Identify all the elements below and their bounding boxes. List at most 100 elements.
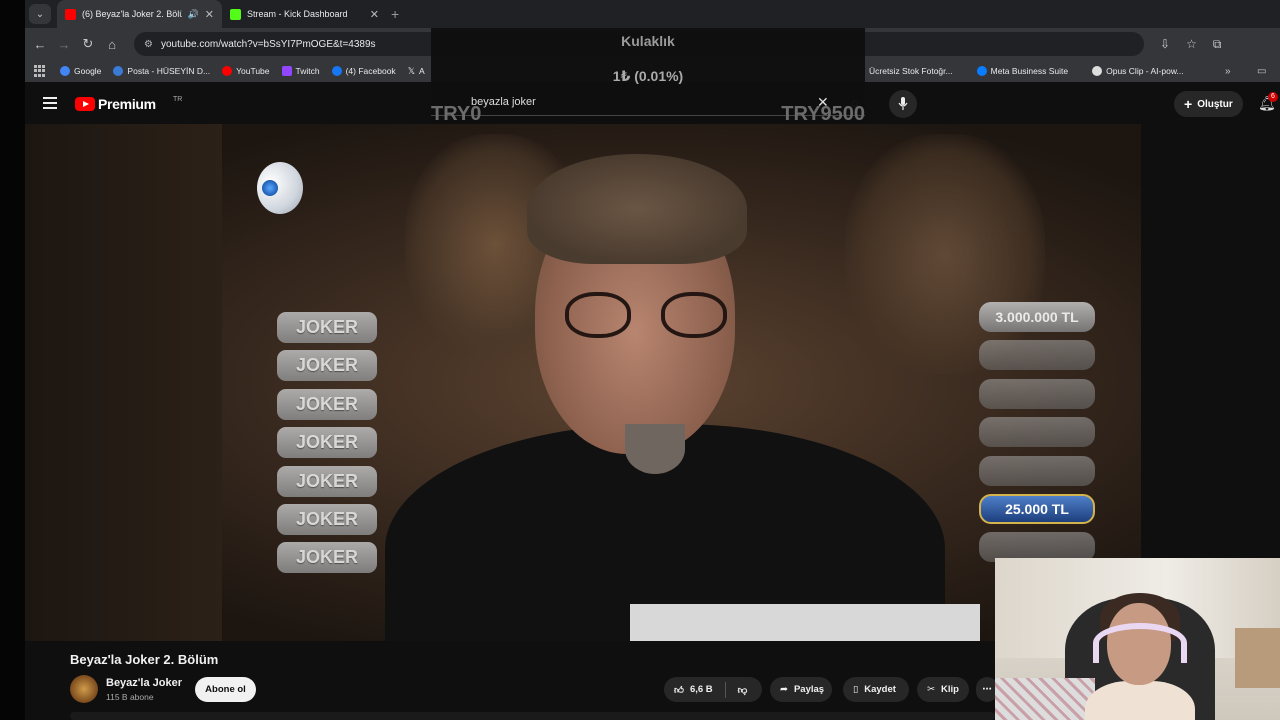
- overlay-max-label: TRY9500: [781, 103, 865, 125]
- webcam-shelf: [1235, 628, 1280, 688]
- share-button[interactable]: ➦ Paylaş: [770, 677, 832, 702]
- webcam-bed: [995, 678, 1095, 720]
- channel-avatar[interactable]: [70, 675, 98, 703]
- like-dislike-group: 👍︎ 6,6 B 👎︎: [664, 677, 762, 702]
- overlay-min-label: TRY0: [431, 103, 482, 125]
- voice-search-button[interactable]: [889, 90, 917, 118]
- x-icon: 𝕏: [407, 65, 415, 76]
- bookmark-facebook[interactable]: (4) Facebook: [331, 66, 396, 76]
- meta-icon: [976, 66, 987, 76]
- prize-rung: [979, 378, 1095, 409]
- menu-icon[interactable]: [43, 97, 57, 112]
- tab-title: Stream - Kick Dashboard: [247, 9, 348, 19]
- prize-current: 25.000 TL: [979, 493, 1095, 524]
- joker-badge: JOKER: [277, 388, 377, 420]
- browser-tab-bar: ⌄ (6) Beyaz'la Joker 2. Bölüm 🔊 ✕ Stream…: [25, 0, 1280, 28]
- video-title: Beyaz'la Joker 2. Bölüm: [70, 652, 219, 667]
- google-icon: [60, 66, 70, 76]
- url-text: youtube.com/watch?v=bSsYI7PmOGE&t=4389s: [160, 38, 376, 50]
- home-icon[interactable]: ⌂: [100, 37, 124, 52]
- joker-badge: JOKER: [277, 465, 377, 497]
- twitch-icon: [281, 66, 292, 76]
- kick-favicon-icon: [230, 8, 241, 20]
- close-tab-icon[interactable]: ✕: [205, 8, 214, 21]
- bookmark-icon: ▯: [853, 684, 859, 695]
- save-button[interactable]: ▯ Kaydet: [843, 677, 909, 702]
- video-player[interactable]: JOKER JOKER JOKER JOKER JOKER JOKER JOKE…: [25, 124, 1141, 641]
- youtube-icon: [222, 66, 233, 76]
- description-box[interactable]: [70, 712, 995, 720]
- facebook-icon: [331, 66, 342, 76]
- tab-youtube[interactable]: (6) Beyaz'la Joker 2. Bölüm 🔊 ✕: [57, 0, 222, 28]
- create-button[interactable]: + Oluştur: [1174, 91, 1243, 117]
- plus-icon: +: [1184, 96, 1193, 112]
- bookmark-youtube[interactable]: YouTube: [222, 66, 270, 76]
- back-icon[interactable]: ←: [28, 37, 52, 52]
- region-code: TR: [173, 96, 183, 103]
- new-tab-icon[interactable]: +: [391, 6, 399, 22]
- speaker-icon[interactable]: 🔊: [188, 9, 199, 20]
- apps-grid-icon[interactable]: [34, 65, 46, 77]
- joker-column: JOKER JOKER JOKER JOKER JOKER JOKER JOKE…: [277, 312, 377, 581]
- install-app-icon[interactable]: ⇩: [1160, 37, 1170, 52]
- studio-monitor: [630, 604, 980, 641]
- joker-badge: JOKER: [277, 427, 377, 459]
- host-hair: [527, 154, 747, 264]
- reload-icon[interactable]: ↻: [76, 36, 100, 52]
- bookmark-star-icon[interactable]: ☆: [1186, 37, 1197, 52]
- streamer: [1085, 593, 1195, 720]
- subscriber-count: 115 B abone: [106, 692, 154, 702]
- channel-name[interactable]: Beyaz'la Joker: [106, 677, 182, 689]
- site-info-icon[interactable]: ⚙: [144, 39, 153, 50]
- joker-badge: JOKER: [277, 312, 377, 343]
- prize-rung: [979, 340, 1095, 371]
- prize-ladder: 3.000.000 TL 25.000 TL: [979, 302, 1095, 571]
- bookmark-twitch[interactable]: Twitch: [281, 66, 320, 76]
- dislike-icon[interactable]: 👎︎: [738, 684, 748, 696]
- youtube-favicon-icon: [65, 8, 76, 20]
- tab-search-dropdown-icon[interactable]: ⌄: [29, 4, 51, 24]
- joker-badge: JOKER: [277, 542, 377, 574]
- bookmark-google[interactable]: Google: [60, 66, 101, 76]
- prize-top: 3.000.000 TL: [979, 302, 1095, 332]
- extensions-icon[interactable]: ⧉: [1213, 37, 1222, 52]
- bookmark-posta[interactable]: Posta - HÜSEYİN D...: [113, 66, 210, 76]
- host-glasses: [565, 292, 745, 342]
- bookmark-opus[interactable]: Opus Clip - AI-pow...: [1092, 66, 1184, 76]
- left-edge: [0, 0, 25, 720]
- host-beard: [625, 424, 685, 474]
- screen: ⌄ (6) Beyaz'la Joker 2. Bölüm 🔊 ✕ Stream…: [0, 0, 1280, 720]
- close-tab-icon[interactable]: ✕: [370, 8, 379, 21]
- streamer-shirt: [1085, 681, 1195, 720]
- share-icon: ➦: [780, 684, 788, 695]
- mic-icon: [898, 97, 908, 110]
- streamer-webcam: [995, 558, 1280, 720]
- overlay-value: 1₺ (0.01%): [612, 68, 684, 84]
- forward-icon[interactable]: →: [52, 37, 76, 52]
- bookmark-stock-photo[interactable]: Ücretsiz Stok Fotoğr...: [869, 66, 953, 76]
- overlay-title: Kulaklık: [621, 33, 675, 49]
- notification-count-badge: 6: [1268, 92, 1278, 102]
- tab-kick[interactable]: Stream - Kick Dashboard ✕: [222, 0, 387, 28]
- divider: [724, 681, 726, 698]
- channel-logo-icon: [257, 162, 303, 214]
- joker-badge: JOKER: [277, 503, 377, 535]
- subscribe-button[interactable]: Abone ol: [195, 677, 256, 702]
- bookmark-meta[interactable]: Meta Business Suite: [976, 66, 1068, 76]
- joker-badge: JOKER: [277, 350, 377, 382]
- clip-button[interactable]: ✂ Klip: [917, 677, 969, 702]
- like-icon[interactable]: 👍︎: [674, 684, 684, 696]
- video-letterbox: [25, 124, 222, 641]
- scissors-icon: ✂: [927, 684, 935, 695]
- youtube-logo[interactable]: Premium: [75, 96, 156, 112]
- prize-rung: [979, 455, 1095, 486]
- more-bookmarks-icon[interactable]: »: [1225, 66, 1231, 77]
- headphones: [1093, 623, 1187, 663]
- folder-icon[interactable]: ▭: [1257, 66, 1266, 77]
- tab-title: (6) Beyaz'la Joker 2. Bölüm: [82, 9, 182, 19]
- bookmark-x[interactable]: 𝕏A: [408, 66, 425, 77]
- donation-overlay: Kulaklık 1₺ (0.01%) beyazla joker ✕ TRY0…: [431, 28, 865, 125]
- opus-icon: [1092, 66, 1103, 76]
- youtube-play-icon: [75, 97, 95, 111]
- like-count[interactable]: 6,6 B: [690, 684, 713, 695]
